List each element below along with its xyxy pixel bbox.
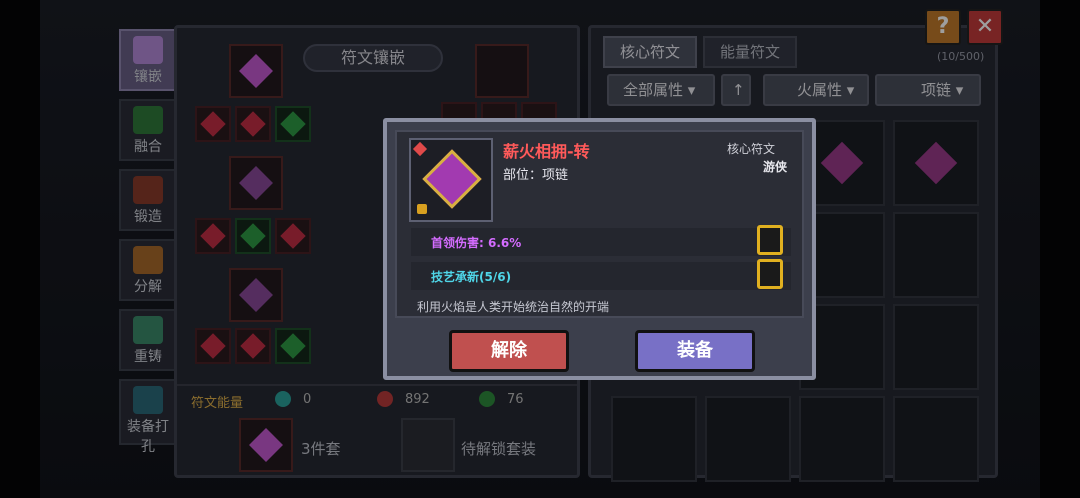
lock-small-icon: [417, 204, 427, 214]
fire-element-icon: [412, 141, 428, 157]
rune-detail-dialog: 薪火相拥-转 部位：项链 核心符文 游侠 首领伤害: 6.6% 技艺承新(5/6…: [383, 118, 816, 380]
necklace-rune-icon: [422, 149, 482, 209]
rune-slot: 部位：项链: [503, 168, 569, 183]
lock-toggle-icon[interactable]: [757, 259, 783, 289]
rune-icon-frame: [409, 138, 493, 222]
rune-class: 游侠: [763, 160, 788, 174]
remove-button[interactable]: 解除: [449, 330, 569, 372]
lock-toggle-icon[interactable]: [757, 225, 783, 255]
stat-row-1: 首领伤害: 6.6%: [411, 228, 791, 256]
equip-button[interactable]: 装备: [635, 330, 755, 372]
rune-name: 薪火相拥-转: [503, 142, 590, 161]
rune-type: 核心符文: [727, 142, 776, 156]
stat-boss-damage: 首领伤害: 6.6%: [431, 236, 522, 250]
rune-detail-content: 薪火相拥-转 部位：项链 核心符文 游侠 首领伤害: 6.6% 技艺承新(5/6…: [395, 130, 804, 318]
stat-skill: 技艺承新(5/6): [431, 270, 512, 284]
stat-row-2: 技艺承新(5/6): [411, 262, 791, 290]
rune-description: 利用火焰是人类开始统治自然的开端: [417, 300, 610, 314]
